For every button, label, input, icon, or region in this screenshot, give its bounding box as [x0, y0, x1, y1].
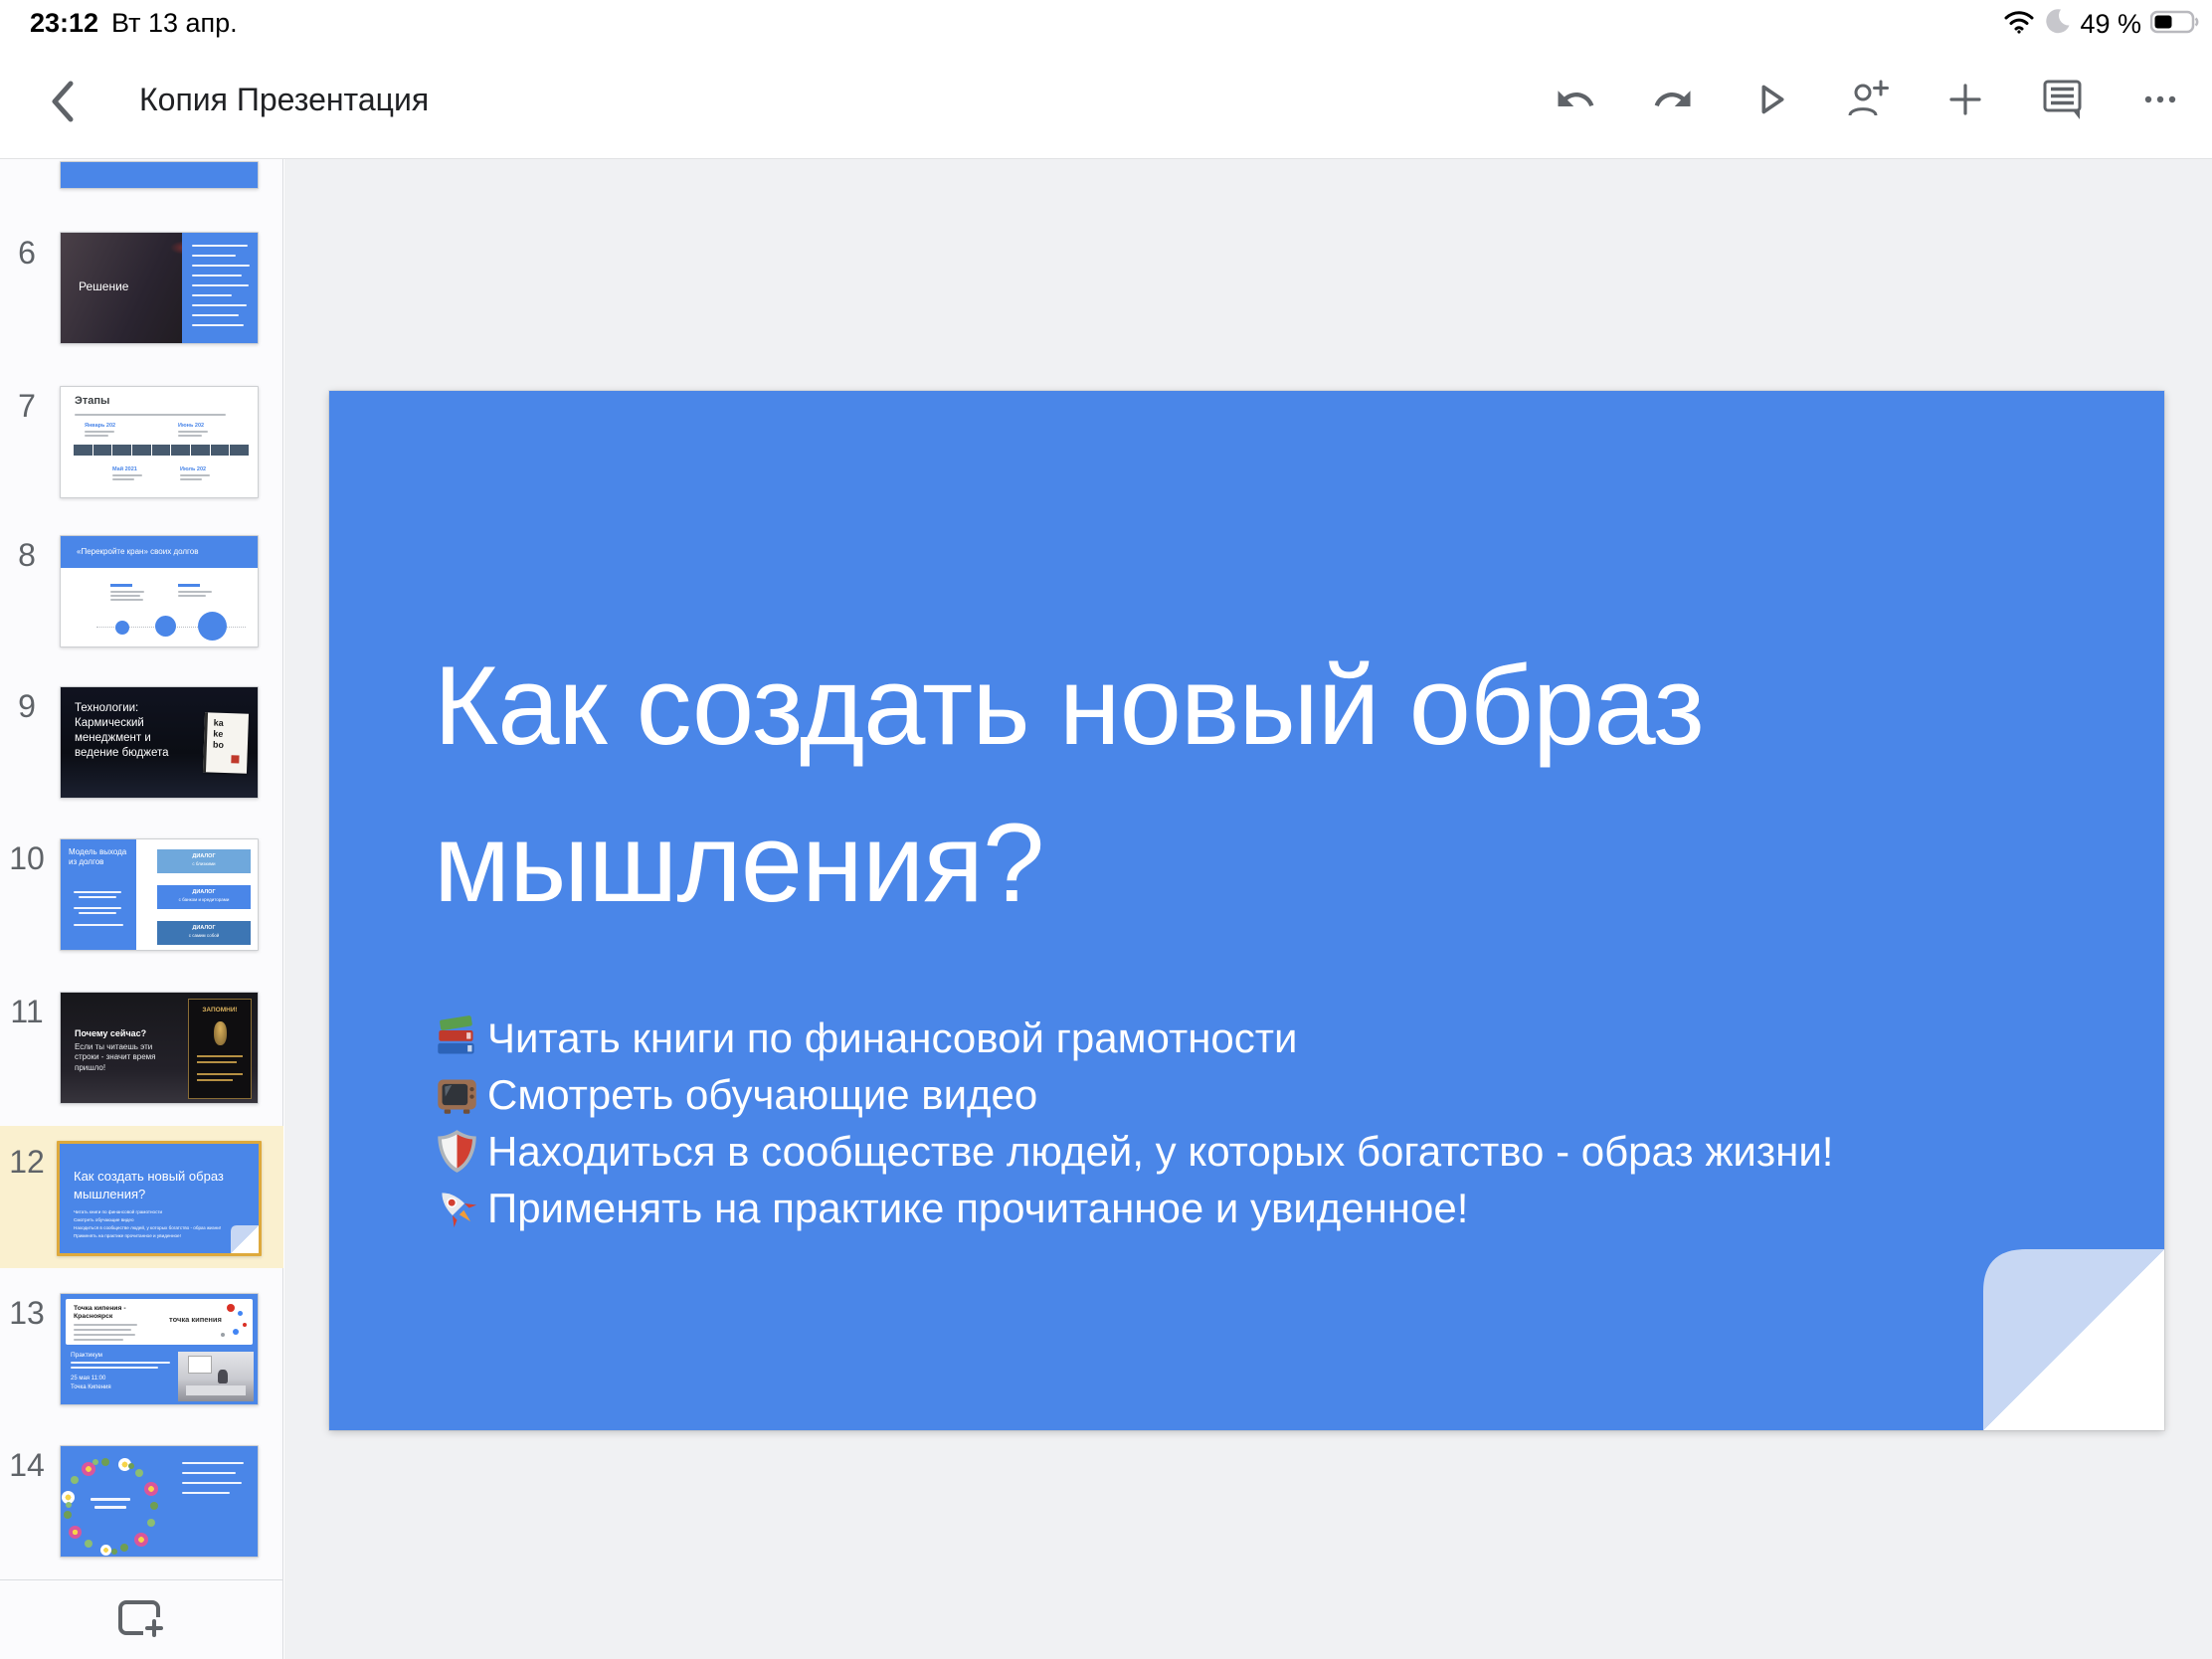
slide-thumbnail-11[interactable]: Почему сейчас? Если ты читаешь эти строк… — [60, 992, 259, 1104]
slide-thumbnail-8[interactable]: «Перекройте кран» своих долгов — [60, 535, 259, 647]
thumb-10-box-3: ДИАЛОГ с самим собой — [157, 921, 251, 945]
slide-canvas: Как создать новый образ мышления? Читать… — [284, 159, 2212, 1659]
thumb-12-fold-corner — [231, 1225, 259, 1253]
selected-slide-row: 12 Как создать новый образ мышления? Чит… — [0, 1126, 283, 1268]
slide-number: 7 — [2, 388, 52, 425]
thumb-7-timeline — [74, 445, 249, 456]
thumb-6-panel — [182, 233, 259, 344]
slide-thumbnail-6[interactable]: Решение — [60, 232, 259, 344]
redo-button[interactable] — [1651, 78, 1695, 121]
slide-number: 11 — [2, 994, 52, 1030]
slide-number: 13 — [2, 1295, 52, 1332]
add-button[interactable] — [1943, 78, 1987, 121]
date: Вт 13 апр. — [111, 8, 238, 39]
slide-number: 12 — [2, 1144, 52, 1181]
status-bar: 23:12 Вт 13 апр. 49 % — [0, 0, 2212, 46]
bullet-row: Находиться в сообществе людей, у которых… — [434, 1123, 1833, 1180]
slide-thumbnail-14[interactable] — [60, 1445, 259, 1558]
slide-number: 14 — [2, 1447, 52, 1484]
battery-icon — [2150, 9, 2200, 40]
slide-number: 10 — [2, 840, 52, 877]
thumb-8-title: «Перекройте кран» своих долгов — [77, 547, 199, 556]
undo-button[interactable] — [1554, 78, 1597, 121]
thumb-7-title: Этапы — [75, 395, 109, 408]
wifi-icon — [2003, 9, 2035, 40]
thumb-11-poster: ЗАПОМНИ! — [188, 999, 252, 1099]
slide-body-textbox[interactable]: Читать книги по финансовой грамотности С… — [434, 1010, 1833, 1236]
add-person-icon[interactable] — [1846, 78, 1890, 121]
status-icons: 49 % — [2003, 8, 2200, 40]
slide-thumbnail-13[interactable]: Точка кипения - Красноярск точка кипения… — [60, 1293, 259, 1405]
toolbar-actions — [1554, 78, 2182, 121]
present-button[interactable] — [1749, 78, 1792, 121]
thumb-13-photo — [178, 1352, 254, 1401]
slide-filmstrip: 6 Решение 7 Этапы Январь 202 — [0, 159, 283, 1659]
fold-corner — [1983, 1249, 2164, 1430]
slide-title-textbox[interactable]: Как создать новый образ мышления? — [434, 628, 2045, 942]
toolbar: Копия Презентация — [0, 46, 2212, 159]
thumb-11-text: Если ты читаешь эти строки - значит врем… — [75, 1042, 178, 1073]
slide-number: 8 — [2, 537, 52, 574]
thumb-9-book: ka ke bo — [203, 712, 249, 773]
bullet-row: Смотреть обучающие видео — [434, 1066, 1833, 1123]
books-emoji — [434, 1014, 480, 1061]
slide-thumbnail-9[interactable]: Технологии: Кармический менеджмент и вед… — [60, 686, 259, 799]
tv-emoji — [434, 1071, 480, 1118]
slide-thumbnail-5-partial[interactable] — [60, 161, 259, 189]
battery-percent: 49 % — [2080, 9, 2141, 40]
comment-icon[interactable] — [2041, 78, 2085, 121]
document-title[interactable]: Копия Презентация — [139, 82, 429, 118]
slide-thumbnail-10[interactable]: Модель выхода из долгов ДИАЛОГ с близким… — [60, 838, 259, 951]
slide-thumbnail-7[interactable]: Этапы Январь 202 Июнь 202 Май 2021 Июль … — [60, 386, 259, 498]
thumb-10-box-1: ДИАЛОГ с близкими — [157, 849, 251, 873]
thumb-11-heading: Почему сейчас? — [75, 1028, 146, 1038]
thumb-10-title: Модель выхода из долгов — [69, 847, 128, 867]
slide-number: 6 — [2, 235, 52, 272]
bullet-row: Читать книги по финансовой грамотности — [434, 1010, 1833, 1066]
thumb-12-title: Как создать новый образ мышления? — [74, 1168, 224, 1202]
clock: 23:12 — [30, 8, 98, 39]
bullet-row: Применять на практике прочитанное и увид… — [434, 1180, 1833, 1236]
slide-number: 9 — [2, 688, 52, 725]
thumb-9-title: Технологии: Кармический менеджмент и вед… — [75, 701, 182, 761]
thumb-13-logo: точка кипения — [169, 1316, 222, 1325]
thumb-6-title: Решение — [79, 280, 128, 294]
google-slides-app: 23:12 Вт 13 апр. 49 % — [0, 0, 2212, 1659]
shield-emoji — [434, 1128, 480, 1175]
more-options-button[interactable] — [2138, 78, 2182, 121]
rocket-emoji — [434, 1185, 480, 1231]
slide-thumbnail-12-selected[interactable]: Как создать новый образ мышления? Читать… — [57, 1141, 262, 1256]
sidebar-divider — [0, 1579, 282, 1580]
back-button[interactable] — [40, 76, 84, 129]
current-slide[interactable]: Как создать новый образ мышления? Читать… — [329, 391, 2164, 1430]
thumb-10-box-2: ДИАЛОГ с банком и кредиторами — [157, 885, 251, 909]
do-not-disturb-moon-icon — [2044, 8, 2071, 40]
add-slide-button[interactable] — [0, 1589, 282, 1651]
thumb-13-card: Точка кипения - Красноярск точка кипения — [66, 1299, 253, 1345]
